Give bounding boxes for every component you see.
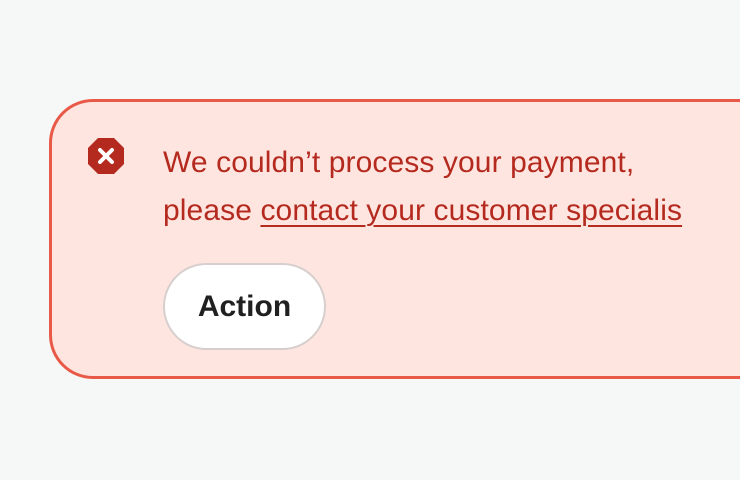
error-banner: We couldn’t process your payment, please… — [49, 99, 740, 379]
message-line-2-prefix: please — [163, 194, 261, 227]
error-message: We couldn’t process your payment, please… — [163, 139, 740, 235]
message-line-1: We couldn’t process your payment, — [163, 146, 635, 179]
page: We couldn’t process your payment, please… — [0, 0, 740, 480]
error-icon — [86, 136, 126, 176]
contact-specialist-link[interactable]: contact your customer specialis — [260, 194, 682, 227]
message-line-2: please contact your customer specialis — [163, 187, 740, 235]
action-button[interactable]: Action — [163, 263, 326, 350]
